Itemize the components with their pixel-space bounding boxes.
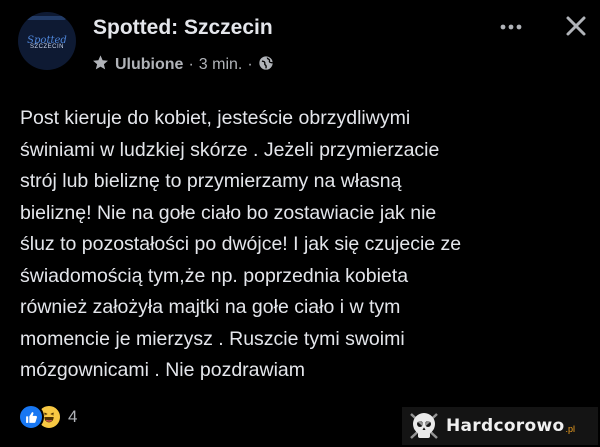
post-meta: Ulubione · 3 min. · <box>92 54 274 76</box>
post-time[interactable]: 3 min. <box>199 56 243 74</box>
avatar-decoration <box>26 16 66 20</box>
reactions-summary[interactable]: 4 <box>18 404 77 430</box>
page-avatar[interactable]: Spotted SZCZECIN <box>18 12 76 70</box>
star-icon <box>92 54 109 76</box>
watermark-suffix: .pl <box>565 424 575 434</box>
skull-logo-icon <box>410 413 438 439</box>
like-reaction-icon <box>18 404 44 430</box>
close-icon[interactable] <box>562 12 590 40</box>
hardcorowo-watermark: Hardcorowo .pl <box>402 407 598 445</box>
reaction-count: 4 <box>68 407 78 426</box>
more-options-icon[interactable] <box>500 14 522 37</box>
watermark-brand: Hardcorowo <box>446 416 565 436</box>
globe-icon <box>258 55 274 76</box>
post-text: Post kieruje do kobiet, jesteście obrzyd… <box>20 107 462 381</box>
favorite-label[interactable]: Ulubione <box>115 56 183 74</box>
page-name[interactable]: Spotted: Szczecin <box>93 16 273 40</box>
avatar-text-szczecin: SZCZECIN <box>30 43 64 50</box>
meta-separator: · <box>188 56 194 73</box>
meta-separator-2: · <box>247 56 253 73</box>
